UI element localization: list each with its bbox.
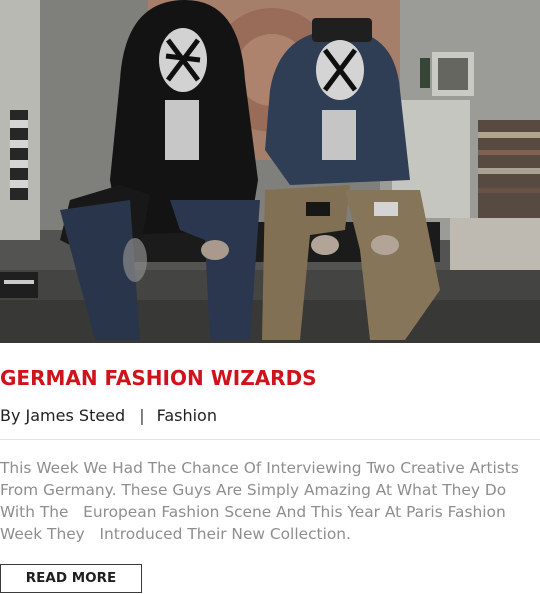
divider bbox=[0, 439, 540, 440]
author-label[interactable]: By James Steed bbox=[0, 406, 125, 425]
post-title[interactable]: GERMAN FASHION WIZARDS bbox=[0, 366, 317, 390]
post-meta: By James Steed | Fashion bbox=[0, 406, 217, 425]
category-link[interactable]: Fashion bbox=[157, 406, 217, 425]
featured-image[interactable] bbox=[0, 0, 540, 343]
read-more-button[interactable]: READ MORE bbox=[0, 564, 142, 593]
featured-photo bbox=[0, 0, 540, 343]
post-excerpt: This Week We Had The Chance Of Interview… bbox=[0, 459, 524, 543]
meta-separator: | bbox=[139, 406, 145, 425]
